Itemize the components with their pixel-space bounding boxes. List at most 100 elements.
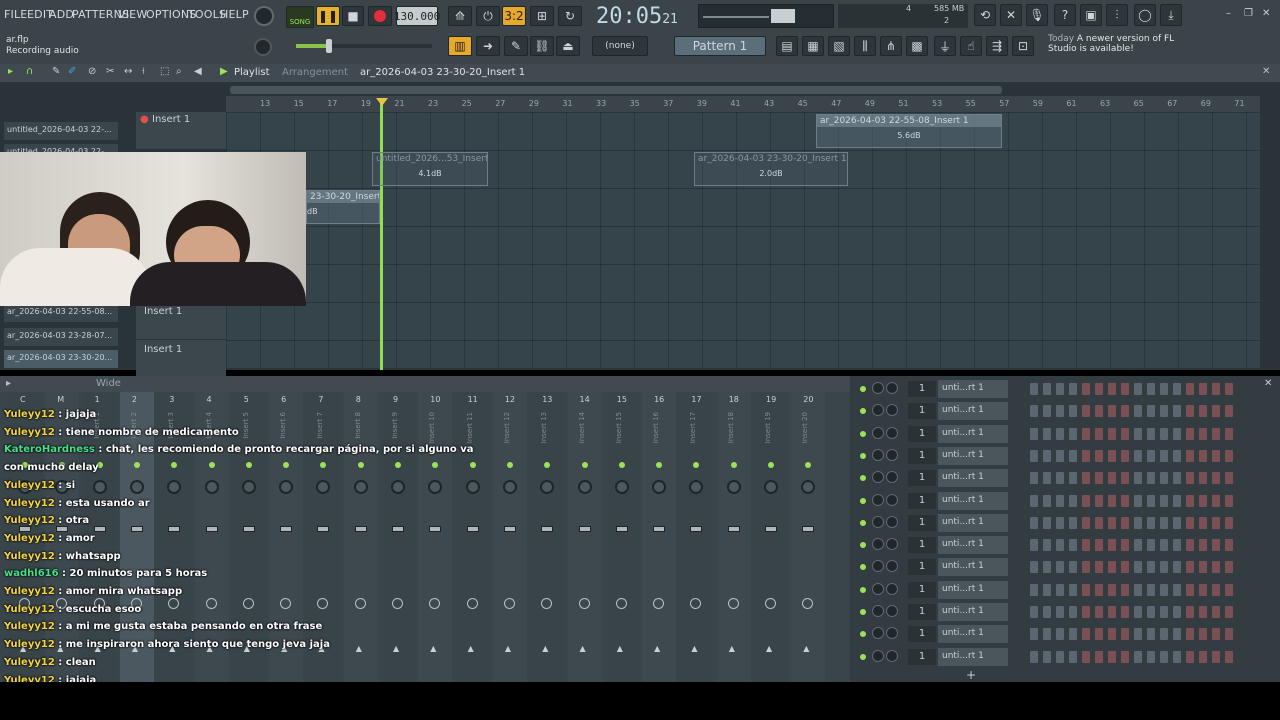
step-pad[interactable] bbox=[1069, 427, 1077, 440]
playhead-marker-icon[interactable] bbox=[376, 98, 388, 106]
step-pad[interactable] bbox=[1134, 383, 1142, 395]
track-header-6[interactable]: Insert 1 bbox=[136, 302, 226, 340]
channel-row[interactable]: 1 unti...rt 1 bbox=[852, 445, 1256, 467]
channel-pan-knob[interactable] bbox=[886, 538, 898, 551]
step-pad[interactable] bbox=[1030, 383, 1038, 395]
step-pad[interactable] bbox=[1225, 405, 1233, 418]
pan-knob[interactable] bbox=[465, 480, 480, 494]
channel-volume-knob[interactable] bbox=[872, 404, 884, 417]
mixer-strip[interactable]: 14 Insert 14 ▲ bbox=[567, 392, 602, 682]
route-arrow-icon[interactable]: ▲ bbox=[505, 644, 511, 653]
channel-mixer-number[interactable]: 1 bbox=[908, 537, 936, 554]
step-pad[interactable] bbox=[1186, 494, 1194, 507]
menu-file[interactable]: FILE bbox=[4, 8, 27, 21]
save-button[interactable]: ▣ bbox=[1080, 4, 1102, 26]
step-pad[interactable] bbox=[1095, 516, 1103, 529]
mixer-strip[interactable]: 20 Insert 20 ▲ bbox=[791, 392, 826, 682]
step-pad[interactable] bbox=[1186, 472, 1194, 485]
step-pad[interactable] bbox=[1212, 539, 1220, 552]
pan-knob[interactable] bbox=[502, 480, 517, 494]
channel-row[interactable]: 1 unti...rt 1 bbox=[852, 579, 1256, 601]
step-pad[interactable] bbox=[1186, 583, 1194, 596]
channel-mixer-number[interactable]: 1 bbox=[908, 626, 936, 643]
step-pad[interactable] bbox=[1173, 449, 1181, 462]
zoom-icon[interactable]: ⌕ bbox=[176, 66, 182, 77]
step-pad[interactable] bbox=[1147, 561, 1155, 574]
channel-volume-knob[interactable] bbox=[872, 426, 884, 439]
channel-mixer-number[interactable]: 1 bbox=[908, 470, 936, 487]
draw-button[interactable]: ✎ bbox=[504, 36, 528, 56]
step-pad[interactable] bbox=[1056, 516, 1064, 529]
mixer-active-led[interactable] bbox=[581, 462, 588, 468]
pan-knob[interactable] bbox=[689, 480, 704, 494]
step-pad[interactable] bbox=[1147, 427, 1155, 440]
blend-notes-button[interactable]: ⊞ bbox=[530, 6, 554, 26]
channel-pan-knob[interactable] bbox=[886, 404, 898, 417]
browser-icon[interactable]: ▩ bbox=[906, 36, 928, 56]
mixer-active-led[interactable] bbox=[730, 462, 737, 468]
step-pad[interactable] bbox=[1108, 383, 1116, 395]
step-pad[interactable] bbox=[1030, 449, 1038, 462]
step-pad[interactable] bbox=[1056, 561, 1064, 574]
step-pad[interactable] bbox=[1160, 472, 1168, 485]
step-pad[interactable] bbox=[1199, 539, 1207, 552]
tools-button[interactable]: ✕ bbox=[1000, 4, 1022, 26]
route-knob[interactable] bbox=[429, 598, 441, 609]
route-knob[interactable] bbox=[503, 598, 515, 609]
channel-name-button[interactable]: unti...rt 1 bbox=[938, 625, 1008, 644]
step-pad[interactable] bbox=[1186, 516, 1194, 529]
route-arrow-icon[interactable]: ▲ bbox=[803, 644, 809, 653]
piano-roll-button[interactable]: ▥ bbox=[448, 36, 472, 56]
step-pad[interactable] bbox=[1082, 449, 1090, 462]
step-pad[interactable] bbox=[1212, 628, 1220, 641]
step-pad[interactable] bbox=[1082, 561, 1090, 574]
step-pad[interactable] bbox=[1160, 628, 1168, 641]
channel-name-button[interactable]: unti...rt 1 bbox=[938, 380, 1008, 398]
pan-knob[interactable] bbox=[652, 480, 667, 494]
arrow-button[interactable]: ➜ bbox=[476, 36, 500, 56]
channel-led[interactable] bbox=[860, 653, 866, 660]
mixer-strip[interactable]: 13 Insert 13 ▲ bbox=[530, 392, 565, 682]
volume-fader[interactable] bbox=[727, 526, 740, 532]
channel-row[interactable]: 1 unti...rt 1 bbox=[852, 623, 1256, 645]
step-pad[interactable] bbox=[1121, 472, 1129, 485]
step-pad[interactable] bbox=[1199, 650, 1207, 663]
browser-item[interactable]: ar_2026-04-03 23-30-20... bbox=[4, 350, 118, 368]
snap-select[interactable]: (none) bbox=[592, 36, 648, 56]
playlist-close-icon[interactable]: ✕ bbox=[1262, 66, 1270, 77]
step-pad[interactable] bbox=[1082, 650, 1090, 663]
step-pad[interactable] bbox=[1134, 494, 1142, 507]
step-pad[interactable] bbox=[1043, 516, 1051, 529]
route-arrow-icon[interactable]: ▲ bbox=[617, 644, 623, 653]
step-pad[interactable] bbox=[1069, 650, 1077, 663]
channel-row[interactable]: 1 unti...rt 1 bbox=[852, 556, 1256, 578]
audio-clip[interactable]: ar_2026-04-03 22-55-08_Insert 1 5.6dB bbox=[816, 114, 1002, 148]
maximize-icon[interactable]: ❐ bbox=[1244, 8, 1253, 19]
channel-mixer-number[interactable]: 1 bbox=[908, 492, 936, 509]
channel-name-button[interactable]: unti...rt 1 bbox=[938, 402, 1008, 421]
channel-led[interactable] bbox=[860, 497, 866, 504]
channel-led[interactable] bbox=[860, 430, 866, 437]
slice-icon[interactable]: ⟊ bbox=[142, 66, 145, 77]
step-pad[interactable] bbox=[1121, 650, 1129, 663]
step-pad[interactable] bbox=[1095, 606, 1103, 618]
channel-row[interactable]: 1 unti...rt 1 bbox=[852, 490, 1256, 512]
step-pad[interactable] bbox=[1095, 427, 1103, 440]
step-pad[interactable] bbox=[1186, 449, 1194, 462]
step-pad[interactable] bbox=[1186, 405, 1194, 418]
channel-row[interactable]: 1 unti...rt 1 bbox=[852, 534, 1256, 556]
volume-fader[interactable] bbox=[503, 526, 516, 532]
step-pad[interactable] bbox=[1147, 583, 1155, 596]
delete-icon[interactable]: ⊘ bbox=[88, 66, 96, 77]
wait-input-button[interactable]: ⏻ bbox=[476, 6, 500, 26]
channel-pan-knob[interactable] bbox=[886, 605, 898, 617]
channel-pan-knob[interactable] bbox=[886, 560, 898, 573]
playlist-breadcrumb[interactable]: ar_2026-04-03 23-30-20_Insert 1 bbox=[360, 67, 525, 78]
channel-mixer-number[interactable]: 1 bbox=[908, 581, 936, 598]
step-pad[interactable] bbox=[1173, 427, 1181, 440]
step-pad[interactable] bbox=[1108, 494, 1116, 507]
step-pad[interactable] bbox=[1030, 561, 1038, 574]
channel-pan-knob[interactable] bbox=[886, 471, 898, 484]
step-pad[interactable] bbox=[1030, 516, 1038, 529]
pan-knob[interactable] bbox=[801, 480, 816, 494]
